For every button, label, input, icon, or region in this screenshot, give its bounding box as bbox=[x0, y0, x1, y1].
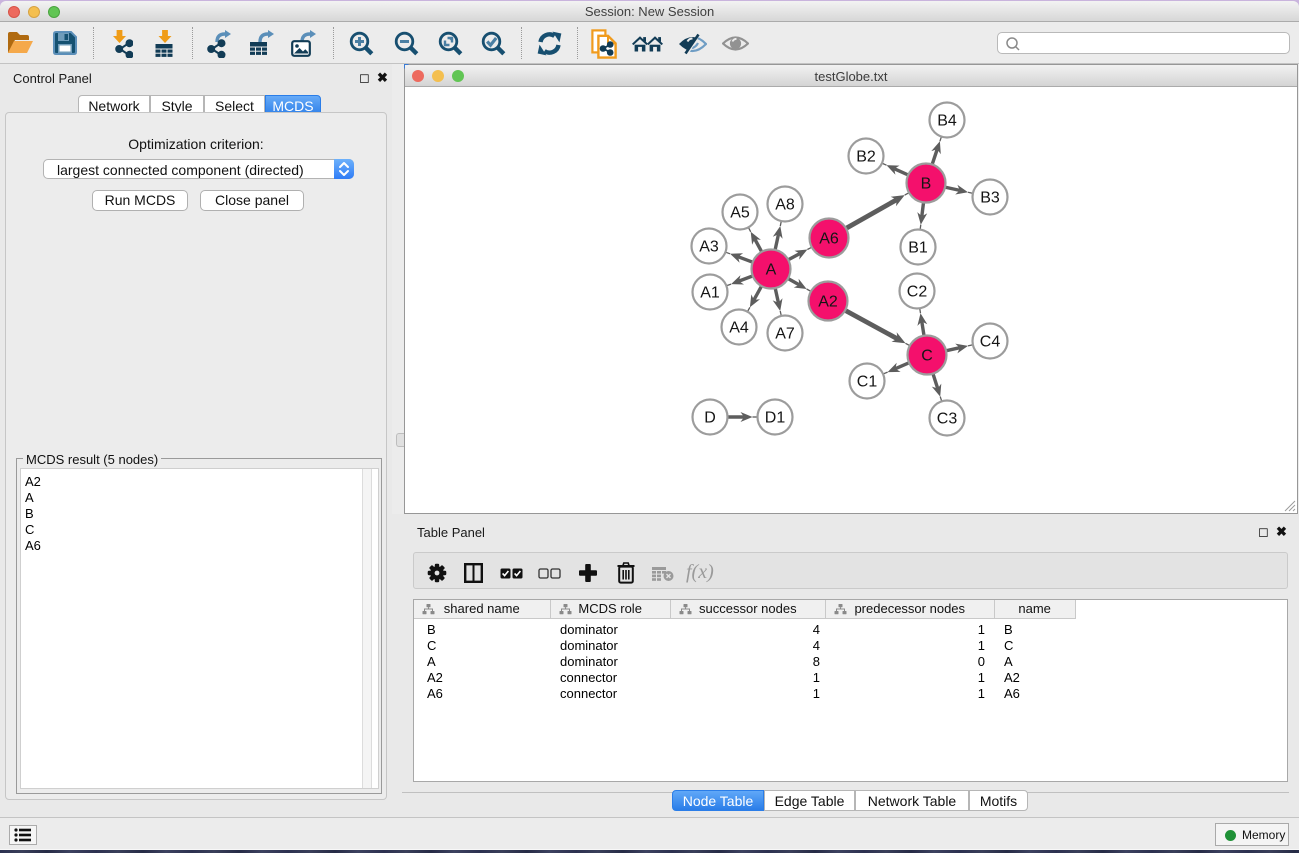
svg-text:C2: C2 bbox=[907, 284, 928, 301]
svg-text:D1: D1 bbox=[765, 410, 786, 427]
svg-text:C4: C4 bbox=[980, 334, 1001, 351]
svg-text:A4: A4 bbox=[729, 320, 749, 337]
svg-text:C3: C3 bbox=[937, 411, 958, 428]
svg-text:A1: A1 bbox=[700, 285, 720, 302]
svg-text:A5: A5 bbox=[730, 205, 750, 222]
svg-text:B4: B4 bbox=[937, 113, 957, 130]
svg-text:B3: B3 bbox=[980, 190, 1000, 207]
svg-text:C1: C1 bbox=[857, 374, 878, 391]
svg-text:D: D bbox=[704, 410, 716, 427]
svg-text:C: C bbox=[921, 348, 933, 365]
svg-text:B2: B2 bbox=[856, 149, 876, 166]
svg-text:B: B bbox=[921, 176, 932, 193]
svg-text:A8: A8 bbox=[775, 197, 795, 214]
svg-text:A2: A2 bbox=[818, 294, 838, 311]
svg-text:A6: A6 bbox=[819, 231, 839, 248]
svg-text:A: A bbox=[766, 262, 777, 279]
svg-text:A3: A3 bbox=[699, 239, 719, 256]
svg-text:A7: A7 bbox=[775, 326, 795, 343]
svg-text:B1: B1 bbox=[908, 240, 928, 257]
